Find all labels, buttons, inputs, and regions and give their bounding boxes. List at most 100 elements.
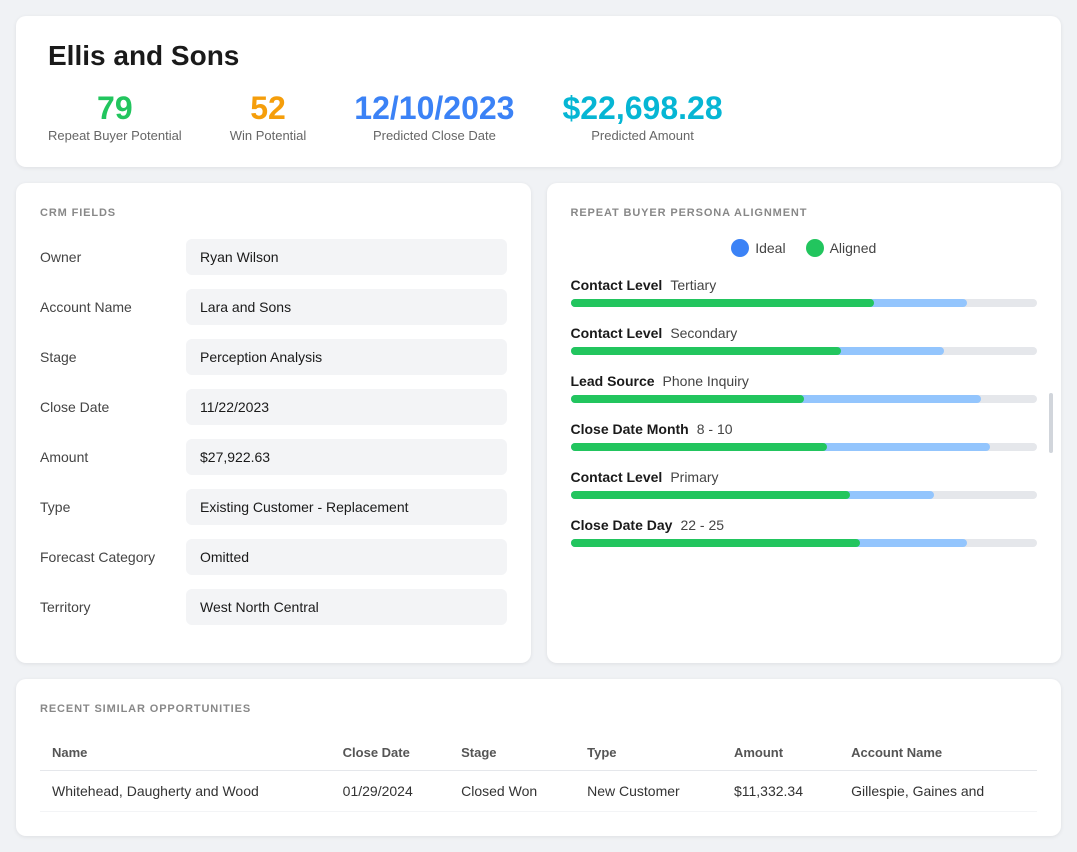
field-value: Lara and Sons	[186, 289, 507, 325]
alignment-header-2: Lead Source Phone Inquiry	[571, 373, 1038, 389]
persona-section-title: REPEAT BUYER PERSONA ALIGNMENT	[571, 207, 1038, 219]
alignment-row-4: Contact Level Primary	[571, 469, 1038, 499]
alignment-header-0: Contact Level Tertiary	[571, 277, 1038, 293]
table-col-header: Account Name	[839, 735, 1037, 771]
bar-track-2	[571, 395, 1038, 403]
alignment-key: Close Date Day	[571, 517, 673, 533]
alignment-value: Primary	[670, 469, 718, 485]
alignment-header-5: Close Date Day 22 - 25	[571, 517, 1038, 533]
table-col-header: Amount	[722, 735, 839, 771]
metric-value-predicted-amount: $22,698.28	[562, 92, 722, 124]
metric-predicted-amount: $22,698.28 Predicted Amount	[562, 92, 722, 143]
legend-aligned: Aligned	[806, 239, 877, 257]
alignment-key: Contact Level	[571, 325, 663, 341]
bar-aligned-4	[571, 491, 851, 499]
crm-fields: Owner Ryan Wilson Account Name Lara and …	[40, 239, 507, 625]
table-cell: Whitehead, Daugherty and Wood	[40, 771, 331, 812]
table-header: NameClose DateStageTypeAmountAccount Nam…	[40, 735, 1037, 771]
field-label: Amount	[40, 449, 170, 465]
alignment-row-3: Close Date Month 8 - 10	[571, 421, 1038, 451]
metric-value-predicted-close: 12/10/2023	[354, 92, 514, 124]
aligned-dot	[806, 239, 824, 257]
alignment-header-4: Contact Level Primary	[571, 469, 1038, 485]
ideal-label: Ideal	[755, 240, 785, 256]
alignment-value: 22 - 25	[680, 517, 724, 533]
field-label: Account Name	[40, 299, 170, 315]
bar-aligned-3	[571, 443, 828, 451]
table-row: Whitehead, Daugherty and Wood01/29/2024C…	[40, 771, 1037, 812]
alignment-row-5: Close Date Day 22 - 25	[571, 517, 1038, 547]
two-col-section: CRM FIELDS Owner Ryan Wilson Account Nam…	[16, 183, 1061, 663]
alignment-key: Close Date Month	[571, 421, 689, 437]
field-value: Omitted	[186, 539, 507, 575]
table-cell: 01/29/2024	[331, 771, 449, 812]
metric-predicted-close: 12/10/2023 Predicted Close Date	[354, 92, 514, 143]
table-cell: New Customer	[575, 771, 722, 812]
alignment-row-2: Lead Source Phone Inquiry	[571, 373, 1038, 403]
table-cell: Gillespie, Gaines and	[839, 771, 1037, 812]
table-col-header: Close Date	[331, 735, 449, 771]
recent-card: RECENT SIMILAR OPPORTUNITIES NameClose D…	[16, 679, 1061, 836]
table-col-header: Type	[575, 735, 722, 771]
field-value: West North Central	[186, 589, 507, 625]
legend-ideal: Ideal	[731, 239, 785, 257]
crm-card: CRM FIELDS Owner Ryan Wilson Account Nam…	[16, 183, 531, 663]
company-title: Ellis and Sons	[48, 40, 1029, 72]
bar-aligned-2	[571, 395, 804, 403]
metric-win-potential: 52 Win Potential	[230, 92, 307, 143]
crm-field-row: Close Date 11/22/2023	[40, 389, 507, 425]
persona-card: REPEAT BUYER PERSONA ALIGNMENT Ideal Ali…	[547, 183, 1062, 663]
bar-aligned-5	[571, 539, 860, 547]
alignment-header-3: Close Date Month 8 - 10	[571, 421, 1038, 437]
bar-track-3	[571, 443, 1038, 451]
field-value: $27,922.63	[186, 439, 507, 475]
bar-track-0	[571, 299, 1038, 307]
crm-field-row: Amount $27,922.63	[40, 439, 507, 475]
metrics-row: 79 Repeat Buyer Potential 52 Win Potenti…	[48, 92, 1029, 143]
metric-label-predicted-amount: Predicted Amount	[591, 128, 694, 143]
alignments-list: Contact Level Tertiary Contact Level Sec…	[571, 277, 1038, 547]
field-label: Stage	[40, 349, 170, 365]
bar-aligned-0	[571, 299, 874, 307]
metric-value-repeat-buyer: 79	[97, 92, 133, 124]
bar-track-1	[571, 347, 1038, 355]
field-label: Type	[40, 499, 170, 515]
alignment-key: Lead Source	[571, 373, 655, 389]
field-value: 11/22/2023	[186, 389, 507, 425]
metric-label-win-potential: Win Potential	[230, 128, 307, 143]
bar-track-5	[571, 539, 1038, 547]
field-value: Perception Analysis	[186, 339, 507, 375]
field-label: Territory	[40, 599, 170, 615]
crm-field-row: Account Name Lara and Sons	[40, 289, 507, 325]
field-label: Owner	[40, 249, 170, 265]
alignment-value: Phone Inquiry	[663, 373, 749, 389]
alignment-row-1: Contact Level Secondary	[571, 325, 1038, 355]
crm-field-row: Territory West North Central	[40, 589, 507, 625]
table-col-header: Stage	[449, 735, 575, 771]
alignment-value: Tertiary	[670, 277, 716, 293]
table-col-header: Name	[40, 735, 331, 771]
recent-table: NameClose DateStageTypeAmountAccount Nam…	[40, 735, 1037, 812]
alignment-row-0: Contact Level Tertiary	[571, 277, 1038, 307]
scroll-indicator	[1049, 393, 1053, 453]
field-value: Existing Customer - Replacement	[186, 489, 507, 525]
crm-section-title: CRM FIELDS	[40, 207, 507, 219]
field-label: Close Date	[40, 399, 170, 415]
metric-label-repeat-buyer: Repeat Buyer Potential	[48, 128, 182, 143]
crm-field-row: Type Existing Customer - Replacement	[40, 489, 507, 525]
alignment-value: Secondary	[670, 325, 737, 341]
table-cell: Closed Won	[449, 771, 575, 812]
table-cell: $11,332.34	[722, 771, 839, 812]
alignment-key: Contact Level	[571, 277, 663, 293]
legend: Ideal Aligned	[571, 239, 1038, 257]
bar-track-4	[571, 491, 1038, 499]
metric-label-predicted-close: Predicted Close Date	[373, 128, 496, 143]
alignment-header-1: Contact Level Secondary	[571, 325, 1038, 341]
crm-field-row: Stage Perception Analysis	[40, 339, 507, 375]
metric-value-win-potential: 52	[250, 92, 286, 124]
ideal-dot	[731, 239, 749, 257]
metric-repeat-buyer: 79 Repeat Buyer Potential	[48, 92, 182, 143]
crm-field-row: Owner Ryan Wilson	[40, 239, 507, 275]
crm-field-row: Forecast Category Omitted	[40, 539, 507, 575]
alignment-key: Contact Level	[571, 469, 663, 485]
